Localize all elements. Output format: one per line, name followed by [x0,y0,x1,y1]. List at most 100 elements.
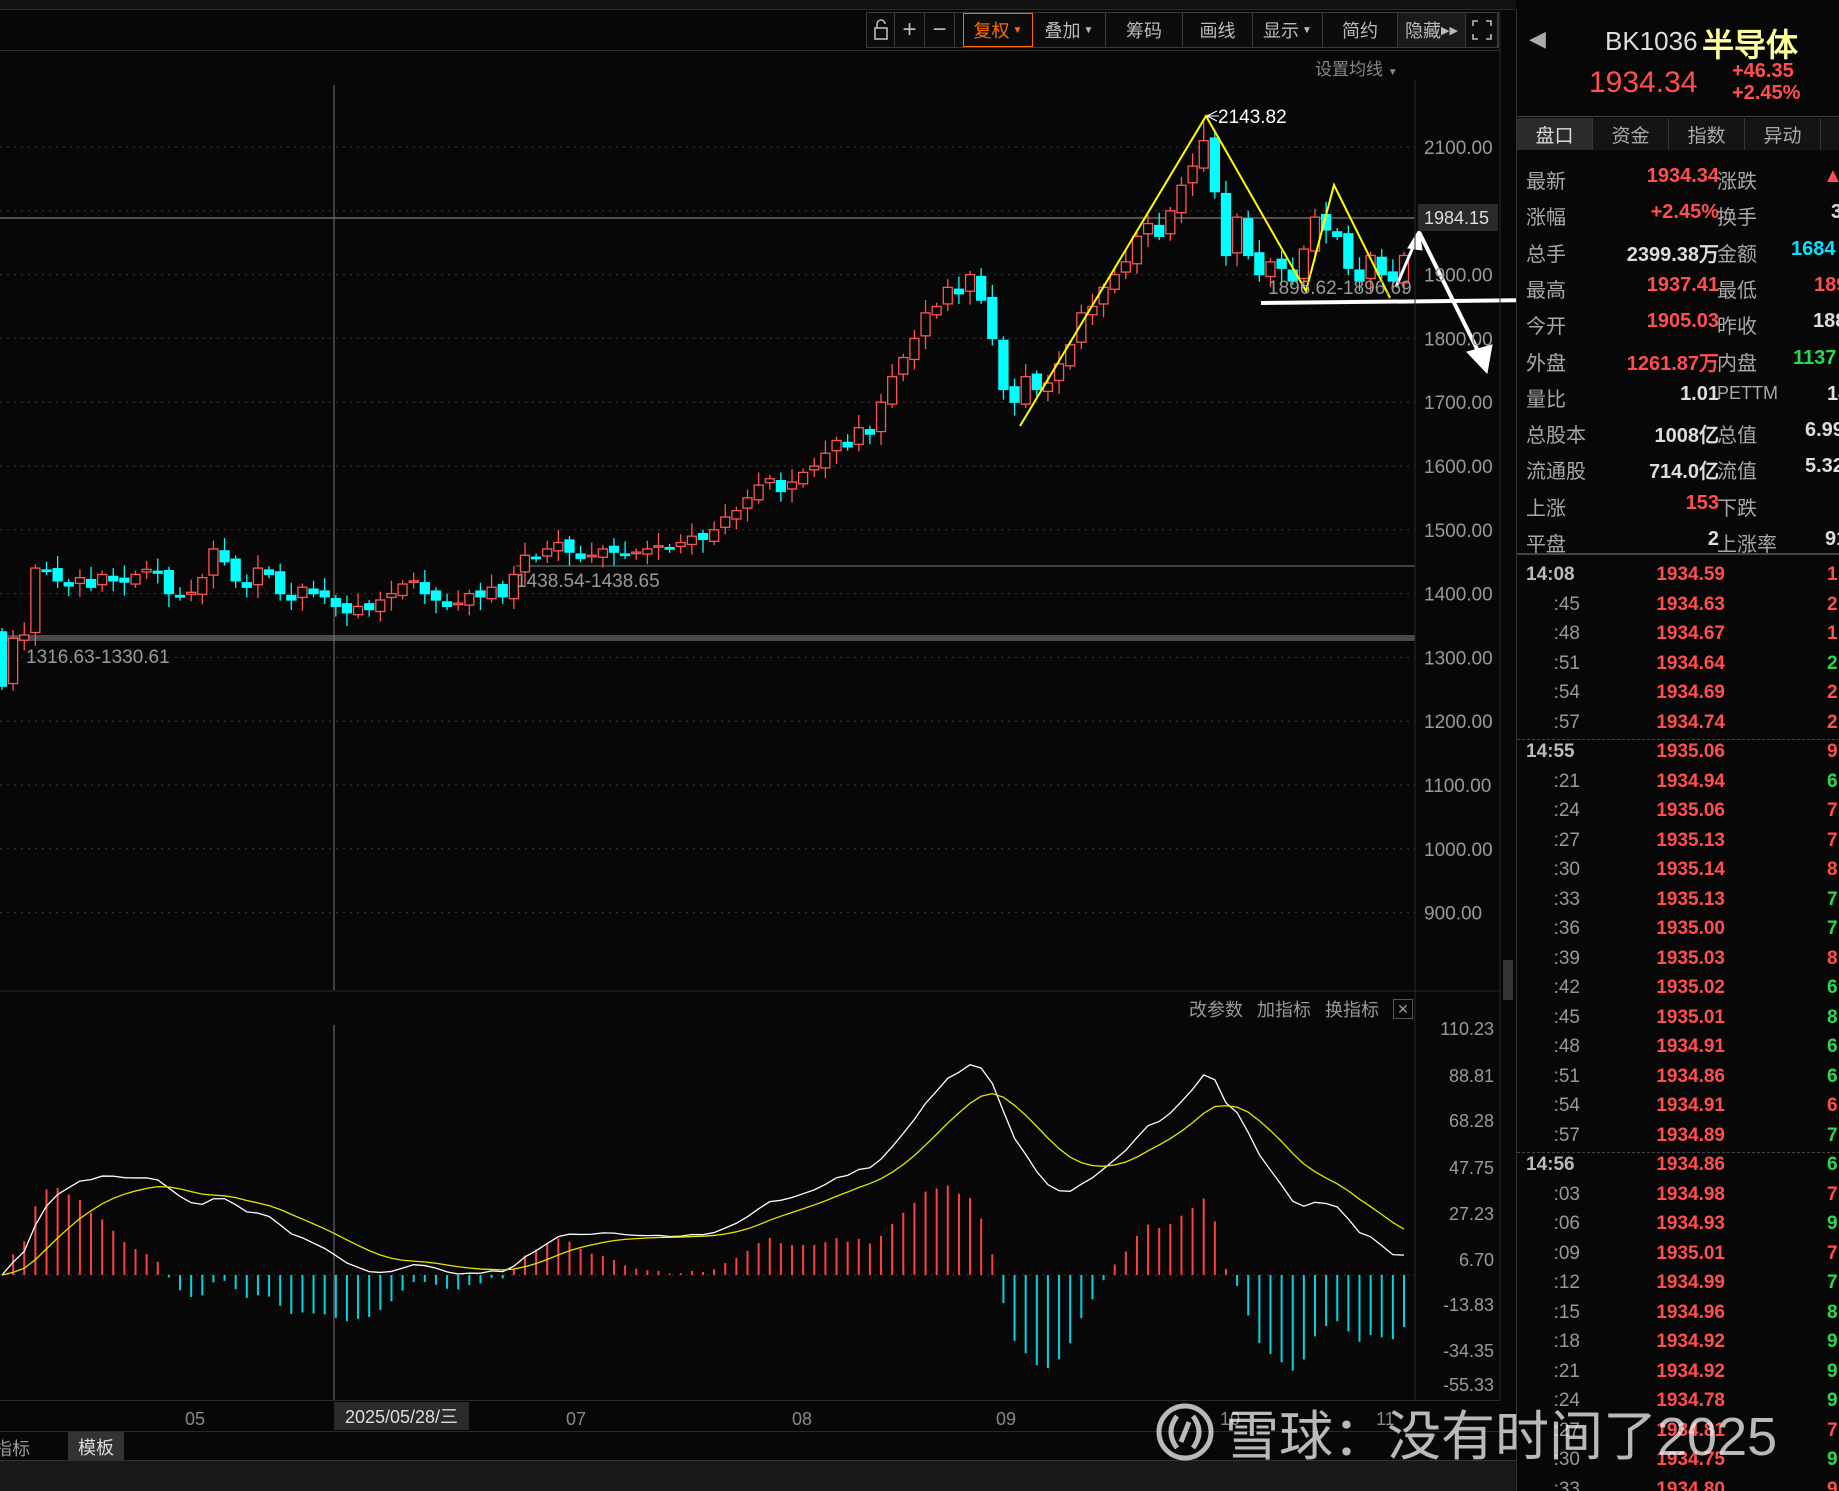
candle-body [775,480,787,493]
x-label: 05 [185,1409,206,1429]
tab-indicator[interactable]: 指标 [0,1435,30,1461]
field-value: 714.0亿 [1648,461,1719,484]
tick-seconds: :57 [1553,1124,1580,1146]
tick-volume: 6 [1827,1036,1838,1057]
candle-body [1343,233,1354,269]
candle [786,469,798,503]
candle [831,436,842,465]
candle-body [7,637,19,685]
candle-body [1265,261,1276,278]
y-tick-label: 2100.00 [1424,138,1493,159]
candle-body [653,545,664,548]
tick-price: 1934.96 [1656,1301,1725,1323]
tab-funds[interactable]: 资金 [1593,118,1669,150]
candle [608,538,620,566]
candle-body [1254,252,1265,276]
candle-body [19,634,30,641]
macd-tick-label: 27.23 [1449,1204,1494,1224]
panel-collapse-handle[interactable] [1503,960,1513,1000]
y-tick-label: 1500.00 [1424,521,1493,542]
candle-body [553,541,564,552]
candle [308,580,319,598]
tick-row: :48 1934.67 1 [1517,623,1839,652]
candle-body [753,484,764,501]
candle-body [642,548,653,555]
tab-more[interactable] [1821,118,1839,150]
tick-row: :39 1935.03 8 [1517,948,1839,977]
edit-params-button[interactable]: 改参数 [1189,996,1243,1022]
tick-price: 1934.91 [1656,1095,1725,1116]
candle-body [41,569,52,573]
tick-volume: 9 [1827,1331,1838,1352]
candle-body [608,545,620,553]
candle-body [430,590,442,601]
candle [386,580,397,611]
candle [753,472,764,504]
tab-pankou[interactable]: 盘口 [1517,118,1593,150]
candle-body [130,573,141,585]
tick-time: 14:08 [1526,564,1575,585]
tick-volume: 6 [1827,977,1838,998]
candle [275,563,286,601]
candle [30,564,41,646]
tab-index[interactable]: 指数 [1669,118,1745,150]
candle [909,330,920,370]
tick-volume: 9 [1827,741,1838,762]
kline-chart[interactable]: 2143.82 1896.62-1896.69 1438.54-1438.65 … [0,0,1516,1400]
tick-row: :36 1935.00 7 [1517,918,1839,947]
candle-body [319,590,330,598]
tick-seconds: :42 [1553,977,1580,998]
candle [286,582,297,611]
tick-price: 1934.63 [1656,593,1725,615]
candle-body [831,439,842,452]
candle-body [697,532,709,541]
tick-row: :15 1934.96 8 [1517,1302,1839,1331]
field-label: 总值 [1717,425,1757,448]
tick-volume: 7 [1827,1183,1838,1205]
back-icon[interactable]: ◀ [1529,26,1546,52]
candle [1076,304,1087,350]
add-indicator-button[interactable]: 加指标 [1257,996,1311,1022]
candle [219,538,230,566]
candle-body [52,568,63,582]
candle-body [853,427,864,445]
dea-line [1,1092,1405,1276]
tick-separator [1517,1152,1839,1153]
candle [809,457,820,477]
tab-movement[interactable]: 异动 [1745,118,1821,150]
candle [230,555,241,588]
tab-template[interactable]: 模板 [68,1432,124,1462]
macd-tick-label: 110.23 [1440,1019,1494,1039]
candle-body [987,296,998,340]
y-tick-label: 1100.00 [1424,776,1491,797]
candle-body [619,553,631,557]
candle-body [920,312,931,337]
candle [486,574,497,603]
bottom-tabs: 指标 模板 [0,1432,1500,1462]
tick-price: 1935.13 [1656,829,1725,851]
candle [1332,228,1343,241]
tick-seconds: :48 [1553,1036,1580,1057]
field-value: 1261.87万 [1626,352,1719,375]
tick-row: :06 1934.93 9 [1517,1213,1839,1242]
tick-time: 14:56 [1526,1154,1575,1175]
candle-body [1120,261,1131,273]
candle [1009,378,1020,416]
candle [297,583,308,611]
candle-body [1098,286,1109,305]
candle [553,529,564,562]
field-label: 最高 [1526,279,1566,302]
range-label: 1438.54-1438.65 [516,571,660,592]
tick-seconds: :27 [1553,1419,1580,1441]
tick-seconds: :39 [1553,947,1580,969]
field-value: 14 [1827,382,1839,405]
range-label: 1316.63-1330.61 [26,647,170,668]
support-band [0,635,1415,641]
candle [575,545,586,563]
close-icon[interactable]: ✕ [1393,999,1413,1019]
candle-body [720,516,731,528]
tick-seconds: :48 [1553,623,1580,644]
candle-body [352,605,364,616]
candle [1154,212,1165,241]
swap-indicator-button[interactable]: 换指标 [1325,996,1379,1022]
